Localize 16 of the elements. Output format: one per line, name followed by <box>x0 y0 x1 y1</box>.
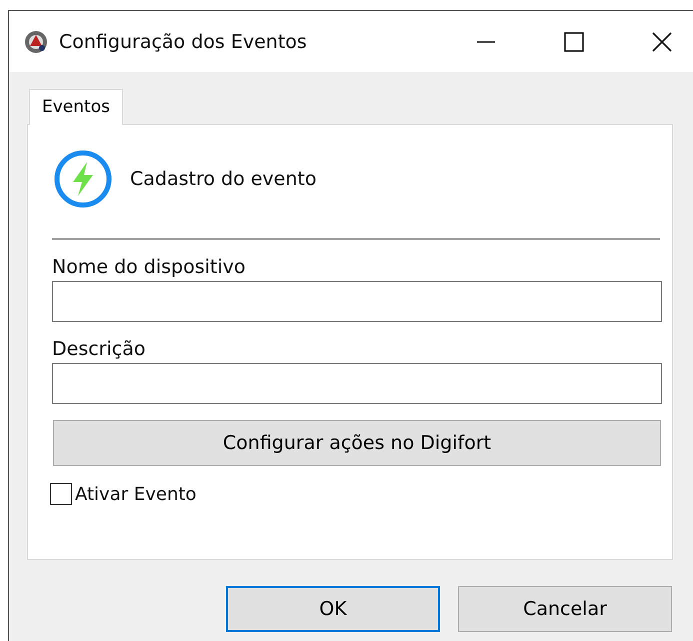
dialog-button[interactable]: OK <box>226 586 440 632</box>
input-field[interactable] <box>52 363 662 404</box>
section-title: Cadastro do evento <box>130 168 316 190</box>
window-title: Configuração dos Eventos <box>59 30 307 52</box>
configure-actions-button[interactable]: Configurar ações no Digifort <box>53 420 661 466</box>
close-icon[interactable] <box>652 32 672 52</box>
checkbox[interactable] <box>50 483 72 505</box>
tab[interactable]: Eventos <box>29 89 123 125</box>
checkbox-label[interactable]: Ativar Evento <box>75 484 196 504</box>
app-logo-icon <box>23 28 49 54</box>
dialog-button[interactable]: Cancelar <box>458 586 672 632</box>
input-field[interactable] <box>52 281 662 322</box>
field-label: Nome do dispositivo <box>52 256 246 278</box>
lightning-icon <box>52 148 114 210</box>
maximize-icon[interactable] <box>564 32 584 52</box>
field-label: Descrição <box>52 338 146 360</box>
